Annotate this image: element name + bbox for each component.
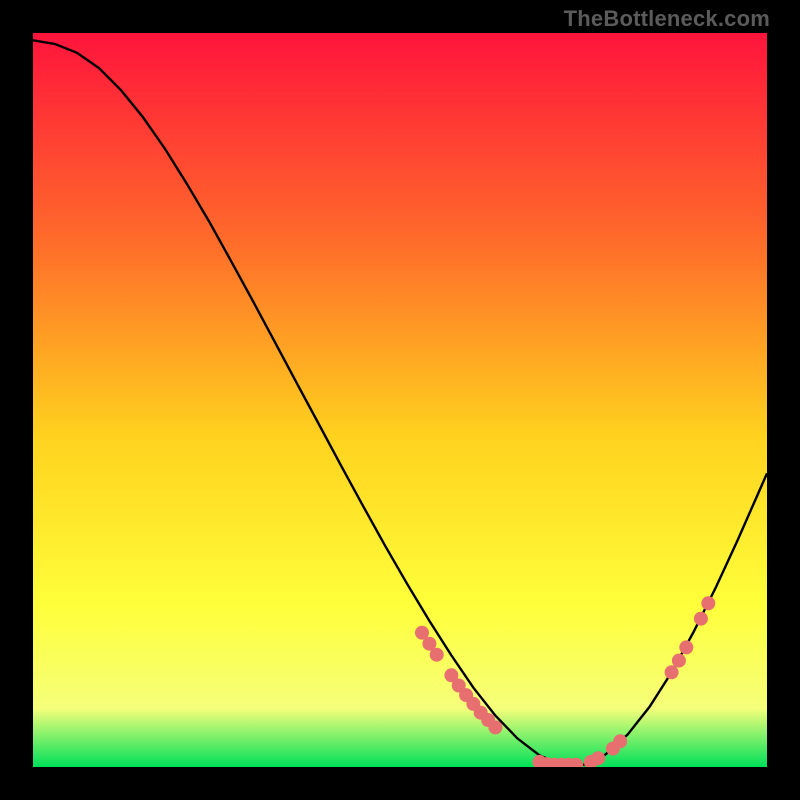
- data-point: [488, 720, 502, 734]
- watermark-text: TheBottleneck.com: [564, 6, 770, 32]
- data-point: [591, 751, 605, 765]
- plot-area: [33, 33, 767, 767]
- data-point: [672, 654, 686, 668]
- chart-svg: [33, 33, 767, 767]
- data-point: [430, 648, 444, 662]
- data-point: [665, 665, 679, 679]
- data-point: [694, 612, 708, 626]
- chart-frame: TheBottleneck.com: [0, 0, 800, 800]
- data-point: [613, 734, 627, 748]
- data-point: [679, 640, 693, 654]
- data-point: [701, 596, 715, 610]
- gradient-background: [33, 33, 767, 767]
